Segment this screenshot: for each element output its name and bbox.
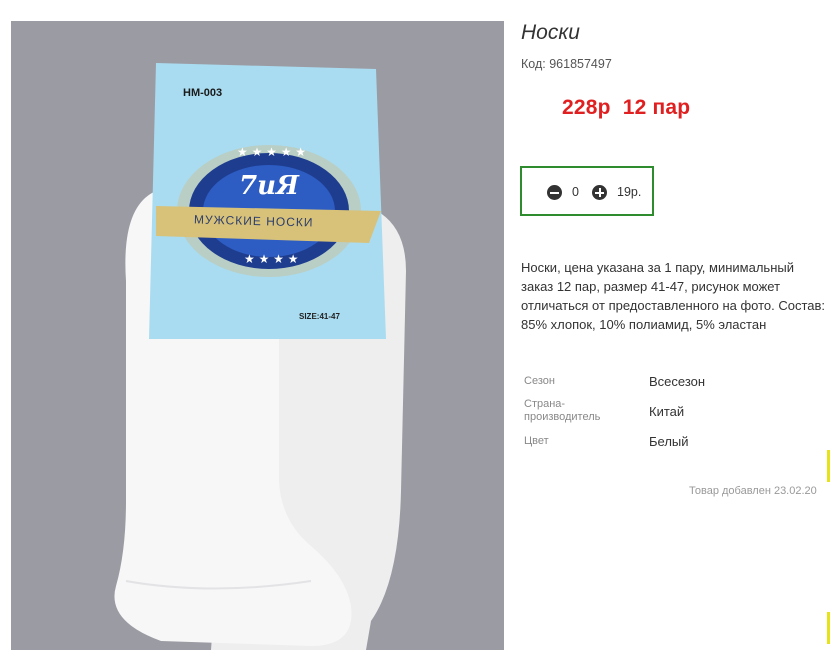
package-size-label: SIZE:41-47 [299,312,340,321]
plus-icon[interactable] [592,185,607,200]
product-price: 228р 12 пар [562,96,691,119]
property-value: Белый [649,434,689,449]
package-brand-label: 7иЯ [239,171,299,201]
property-value: Китай [649,404,685,419]
product-description: Носки, цена указана за 1 пару, минимальн… [521,260,826,332]
svg-text:★ ★ ★ ★: ★ ★ ★ ★ [244,252,298,266]
product-title: Носки [521,21,580,44]
property-label: Страна-производитель [524,398,601,423]
product-code-value: 961857497 [549,57,612,71]
svg-text:★ ★ ★ ★ ★: ★ ★ ★ ★ ★ [237,145,306,159]
property-row: Сезон Всесезон [522,370,782,400]
package-model-label: HM-003 [183,87,223,99]
product-photo[interactable]: ★ ★ ★ ★ ★ ★ ★ ★ ★ HM-003 7иЯ МУЖСКИЕ НОС… [11,21,504,650]
quantity-value[interactable]: 0 [572,185,579,199]
quantity-stepper: 0 19р. [520,166,654,216]
product-properties: Сезон Всесезон Страна-производитель Кита… [522,370,782,460]
product-code: Код: 961857497 [521,57,612,71]
added-date: Товар добавлен 23.02.20 [689,485,817,497]
minus-icon[interactable] [547,185,562,200]
socks-image: ★ ★ ★ ★ ★ ★ ★ ★ ★ [11,21,504,650]
property-value: Всесезон [649,374,706,389]
unit-price: 19р. [617,185,642,199]
property-label: Цвет [524,435,549,447]
property-row: Страна-производитель Китай [522,398,782,430]
property-row: Цвет Белый [522,430,782,460]
product-code-label: Код: [521,57,546,71]
property-label: Сезон [524,375,555,387]
